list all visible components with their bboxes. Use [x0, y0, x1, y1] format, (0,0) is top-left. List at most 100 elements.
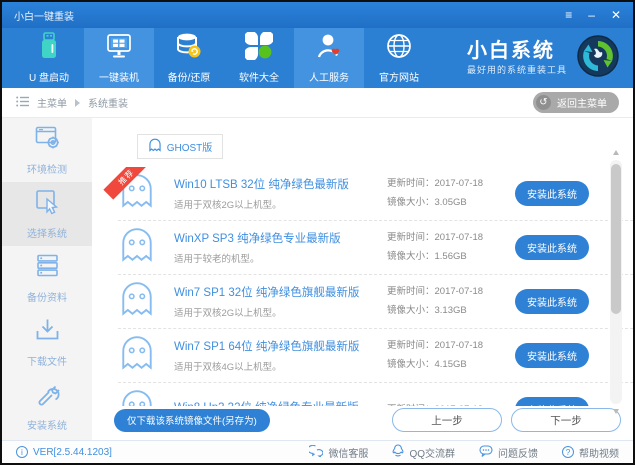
back-arrow-icon: ↺ [536, 95, 551, 110]
status-bar: i VER[2.5.44.1203] 微信客服 QQ交流群 问题反馈 ? 帮助视… [2, 440, 633, 463]
install-system-button[interactable]: 安装此系统 [515, 397, 589, 406]
update-time: 更新时间：2017-07-18 [387, 340, 484, 352]
qq-penguin-icon [392, 444, 404, 460]
sidebar-item-label: 选择系统 [27, 229, 67, 240]
usb-drive-icon [36, 32, 62, 65]
globe-icon [385, 32, 413, 65]
image-size: 镜像大小：3.05GB [387, 197, 467, 209]
install-system-button[interactable]: 安装此系统 [515, 180, 589, 206]
menu-icon[interactable]: ≡ [565, 9, 572, 21]
install-system-button[interactable]: 安装此系统 [515, 342, 589, 368]
update-time: 更新时间：2017-07-18 [387, 286, 484, 298]
nav-item-label: 人工服务 [309, 73, 349, 84]
nav-item-label: 一键装机 [99, 73, 139, 84]
update-time: 更新时间：2017-07-18 [387, 400, 499, 406]
sidebar-item-backup-data[interactable]: 备份资料 [2, 246, 92, 310]
sidebar-item-label: 备份资料 [27, 293, 67, 304]
breadcrumb: 主菜单 系统重装 ↺ 返回主菜单 [2, 88, 633, 118]
nav-item-software-center[interactable]: 软件大全 [224, 28, 294, 88]
brand-name: 小白系统 [466, 40, 555, 62]
breadcrumb-root[interactable]: 主菜单 [37, 95, 67, 110]
nav-item-official-site[interactable]: 官方网站 [364, 28, 434, 88]
breadcrumb-arrow-icon [75, 98, 80, 107]
ghost-icon [118, 335, 156, 376]
nav-item-backup-restore[interactable]: 备份/还原 [154, 28, 224, 88]
tab-ghost-edition[interactable]: GHOST版 [137, 134, 223, 159]
system-row: Win8 Up3 32位 纯净绿色专业最新版 更新时间：2017-07-18 安… [118, 383, 633, 406]
previous-step-button[interactable]: 上一步 [392, 408, 502, 432]
wechat-icon [307, 444, 324, 460]
update-time: 更新时间：2017-07-18 [387, 232, 484, 244]
cursor-select-icon [34, 188, 61, 220]
sidebar-item-label: 环境检测 [27, 165, 67, 176]
install-system-button[interactable]: 安装此系统 [515, 288, 589, 314]
system-title[interactable]: Win8 Up3 32位 纯净绿色专业最新版 [174, 399, 387, 406]
system-list: 推荐 Win10 LTSB 32位 纯净绿色最新版 适用于双核2G以上机型。 更… [92, 166, 633, 406]
download-icon [34, 316, 61, 348]
feedback-bubble-icon [479, 444, 493, 460]
top-nav: U 盘启动 一键装机 备份/还原 软件大全 人工服务 官方网站 小白系统 最好用… [2, 28, 633, 88]
ghost-icon [118, 281, 156, 322]
person-heart-icon [315, 32, 343, 65]
close-icon[interactable]: ✕ [611, 9, 621, 21]
system-subtitle: 适用于较老的机型。 [174, 253, 260, 265]
system-row: Win7 SP1 32位 纯净绿色旗舰最新版 适用于双核2G以上机型。 更新时间… [118, 275, 633, 329]
nav-item-one-key-install[interactable]: 一键装机 [84, 28, 154, 88]
next-step-button[interactable]: 下一步 [511, 408, 621, 432]
scrollbar-thumb[interactable] [611, 164, 621, 314]
system-subtitle: 适用于双核4G以上机型。 [174, 361, 282, 373]
ghost-icon [118, 389, 156, 406]
database-restore-icon [175, 32, 203, 65]
footer-action-bar: 仅下载该系统镜像文件(另存为) 上一步 下一步 [92, 406, 633, 440]
version-label: VER[2.5.44.1203] [33, 446, 112, 458]
sidebar-item-label: 安装系统 [27, 421, 67, 432]
list-icon [16, 96, 29, 110]
main-panel: GHOST版 推荐 Win10 LTSB 32位 纯净绿色最新版 适用于双核2G… [92, 118, 633, 440]
sidebar-item-download-files[interactable]: 下载文件 [2, 310, 92, 374]
return-main-menu-button[interactable]: ↺ 返回主菜单 [533, 92, 619, 113]
nav-item-label: 软件大全 [239, 73, 279, 84]
app-window: 小白一键重装 ≡ – ✕ U 盘启动 一键装机 备份/还原 软件大全 人工服务 … [0, 0, 635, 465]
question-icon: ? [562, 446, 574, 458]
install-system-button[interactable]: 安装此系统 [515, 234, 589, 260]
sidebar-item-env-check[interactable]: 环境检测 [2, 118, 92, 182]
system-title[interactable]: Win10 LTSB 32位 纯净绿色最新版 [174, 176, 387, 192]
info-icon: i [16, 446, 28, 458]
sidebar-item-choose-system[interactable]: 选择系统 [2, 182, 92, 246]
sidebar: 环境检测 选择系统 备份资料 下载文件 安装系统 [2, 118, 92, 440]
system-title[interactable]: Win7 SP1 32位 纯净绿色旗舰最新版 [174, 284, 387, 300]
system-row: Win7 SP1 64位 纯净绿色旗舰最新版 适用于双核4G以上机型。 更新时间… [118, 329, 633, 383]
system-title[interactable]: Win7 SP1 64位 纯净绿色旗舰最新版 [174, 338, 387, 354]
system-title[interactable]: WinXP SP3 纯净绿色专业最新版 [174, 230, 387, 246]
minimize-icon[interactable]: – [588, 9, 595, 21]
download-image-only-button[interactable]: 仅下载该系统镜像文件(另存为) [114, 408, 270, 432]
breadcrumb-current: 系统重装 [88, 99, 128, 110]
nav-item-label: 备份/还原 [167, 73, 211, 84]
update-time: 更新时间：2017-07-18 [387, 178, 484, 190]
clover-apps-icon [244, 31, 274, 65]
scroll-down-arrow[interactable] [613, 409, 619, 414]
wechat-service-link[interactable]: 微信客服 [307, 444, 368, 460]
brand: 小白系统 最好用的系统重装工具 [467, 28, 633, 88]
monitor-windows-icon [105, 32, 133, 65]
image-size: 镜像大小：1.56GB [387, 251, 467, 263]
title-bar: 小白一键重装 ≡ – ✕ [2, 2, 633, 28]
nav-item-usb-boot[interactable]: U 盘启动 [14, 28, 84, 88]
nav-item-human-service[interactable]: 人工服务 [294, 28, 364, 88]
system-row: 推荐 Win10 LTSB 32位 纯净绿色最新版 适用于双核2G以上机型。 更… [103, 166, 633, 221]
system-subtitle: 适用于双核2G以上机型。 [174, 307, 282, 319]
scroll-up-arrow[interactable] [613, 150, 619, 155]
ghost-icon [118, 227, 156, 268]
system-row: WinXP SP3 纯净绿色专业最新版 适用于较老的机型。 更新时间：2017-… [118, 221, 633, 275]
feedback-link[interactable]: 问题反馈 [479, 444, 538, 460]
system-subtitle: 适用于双核2G以上机型。 [174, 199, 282, 211]
help-video-link[interactable]: ? 帮助视频 [562, 444, 619, 460]
qq-group-link[interactable]: QQ交流群 [392, 444, 455, 460]
server-stack-icon [34, 252, 61, 284]
sidebar-item-install-system[interactable]: 安装系统 [2, 374, 92, 438]
brand-slogan: 最好用的系统重装工具 [466, 65, 567, 75]
scrollbar[interactable] [610, 150, 622, 414]
window-title: 小白一键重装 [14, 11, 74, 23]
nav-item-label: 官方网站 [379, 73, 419, 84]
nav-item-label: U 盘启动 [29, 73, 69, 84]
